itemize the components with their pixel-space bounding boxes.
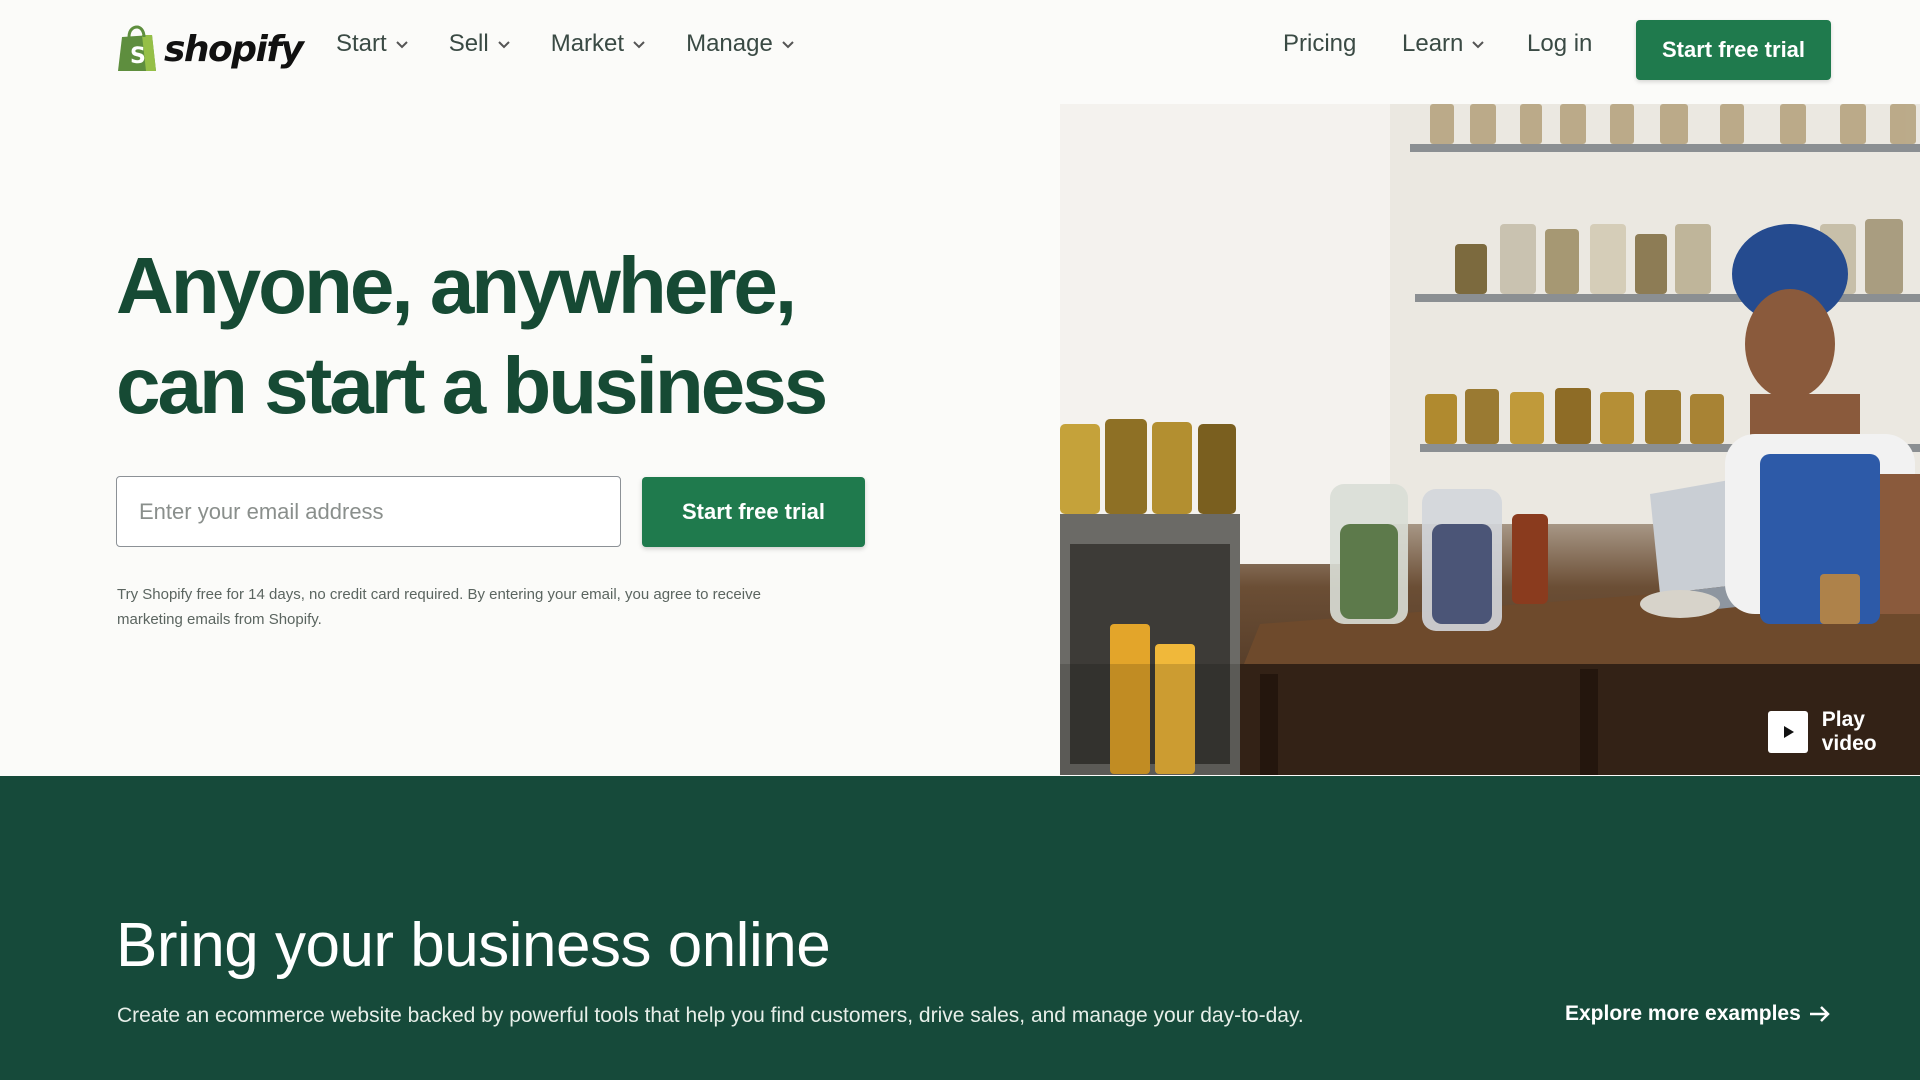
section-heading: Bring your business online: [116, 911, 831, 980]
play-video-label: Play video: [1821, 708, 1877, 755]
logo-wordmark: shopify: [164, 28, 304, 70]
explore-examples-label: Explore more examples: [1565, 1002, 1801, 1025]
disclaimer-line2: marketing emails from Shopify.: [117, 611, 322, 628]
site-header: S shopify Start Sell Market Manage Prici…: [0, 0, 1920, 104]
section-description: Create an ecommerce website backed by po…: [117, 1004, 1304, 1027]
online-business-section: Bring your business online Create an eco…: [0, 776, 1920, 1080]
hero-headline-line1: Anyone, anywhere,: [116, 241, 797, 330]
primary-nav: Start Sell Market Manage: [336, 30, 795, 58]
trial-disclaimer: Try Shopify free for 14 days, no credit …: [117, 582, 877, 632]
hero-headline: Anyone, anywhere, can start a business: [116, 236, 876, 436]
hero-start-trial-button[interactable]: Start free trial: [642, 477, 865, 547]
header-start-trial-button[interactable]: Start free trial: [1636, 20, 1831, 80]
hero-image-illustration: [1060, 104, 1920, 775]
play-video-button[interactable]: Play video: [1768, 708, 1920, 756]
chevron-down-icon: [782, 41, 794, 49]
nav-start-label: Start: [336, 30, 387, 57]
hero-image: [1060, 104, 1920, 775]
play-icon: [1768, 711, 1808, 753]
nav-sell[interactable]: Sell: [449, 30, 511, 58]
nav-learn-label: Learn: [1402, 30, 1464, 57]
shopping-bag-icon: S: [118, 25, 156, 71]
nav-start[interactable]: Start: [336, 30, 409, 58]
email-field[interactable]: [116, 476, 621, 547]
disclaimer-line1: Try Shopify free for 14 days, no credit …: [117, 586, 761, 603]
nav-learn[interactable]: Learn: [1402, 30, 1485, 58]
chevron-down-icon: [633, 41, 645, 49]
chevron-down-icon: [395, 41, 408, 49]
login-link[interactable]: Log in: [1527, 30, 1592, 58]
explore-examples-link[interactable]: Explore more examples: [1565, 1002, 1831, 1026]
shopify-logo[interactable]: S shopify: [116, 24, 304, 74]
arrow-right-icon: [1809, 1006, 1830, 1022]
nav-pricing-link[interactable]: Pricing: [1283, 30, 1356, 58]
nav-manage[interactable]: Manage: [686, 30, 795, 58]
svg-text:S: S: [130, 44, 146, 69]
chevron-down-icon: [498, 41, 510, 49]
nav-sell-label: Sell: [448, 30, 489, 57]
nav-manage-label: Manage: [686, 30, 773, 57]
chevron-down-icon: [1472, 41, 1485, 49]
nav-market[interactable]: Market: [551, 30, 646, 58]
hero-headline-line2: can start a business: [116, 341, 828, 430]
nav-market-label: Market: [550, 30, 625, 57]
